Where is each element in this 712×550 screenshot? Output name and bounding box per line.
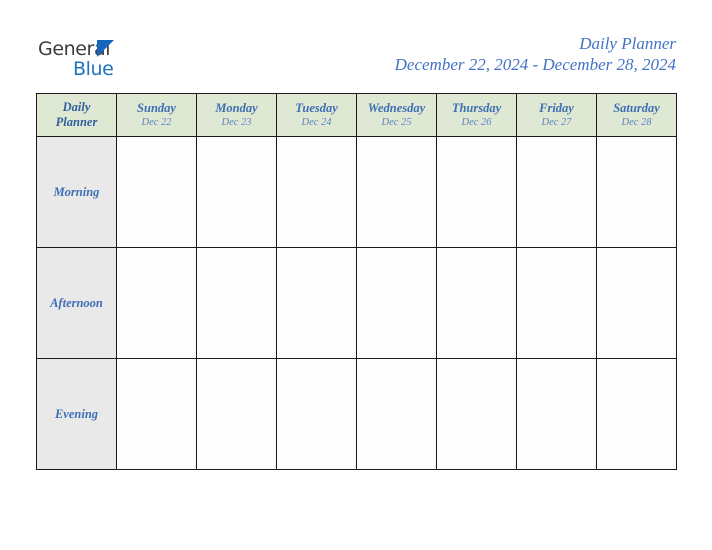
slot-evening-saturday[interactable]: [596, 358, 677, 470]
day-header-wednesday: Wednesday Dec 25: [356, 93, 437, 137]
slot-afternoon-friday[interactable]: [516, 247, 597, 359]
slot-evening-thursday[interactable]: [436, 358, 517, 470]
day-header-friday: Friday Dec 27: [516, 93, 597, 137]
slot-morning-friday[interactable]: [516, 136, 597, 248]
slot-evening-tuesday[interactable]: [276, 358, 357, 470]
day-name-label: Thursday: [451, 100, 502, 115]
table-header-row: Daily Planner Sunday Dec 22 Monday Dec 2…: [36, 93, 677, 137]
slot-morning-thursday[interactable]: [436, 136, 517, 248]
slot-afternoon-wednesday[interactable]: [356, 247, 437, 359]
day-name-label: Friday: [539, 100, 574, 115]
slot-afternoon-monday[interactable]: [196, 247, 277, 359]
slot-evening-friday[interactable]: [516, 358, 597, 470]
slot-afternoon-sunday[interactable]: [116, 247, 197, 359]
page-header: General Blue Daily Planner December 22, …: [0, 0, 712, 93]
day-header-saturday: Saturday Dec 28: [596, 93, 677, 137]
slot-morning-tuesday[interactable]: [276, 136, 357, 248]
table-row-evening: Evening: [36, 358, 677, 470]
slot-afternoon-thursday[interactable]: [436, 247, 517, 359]
table-row-morning: Morning: [36, 136, 677, 248]
slot-evening-monday[interactable]: [196, 358, 277, 470]
title-block: Daily Planner December 22, 2024 - Decemb…: [395, 33, 676, 75]
day-name-label: Sunday: [137, 100, 176, 115]
slot-morning-wednesday[interactable]: [356, 136, 437, 248]
day-header-monday: Monday Dec 23: [196, 93, 277, 137]
corner-line-1: Daily: [62, 100, 91, 114]
slot-afternoon-tuesday[interactable]: [276, 247, 357, 359]
planner-table-wrapper: Daily Planner Sunday Dec 22 Monday Dec 2…: [36, 93, 677, 470]
row-label-afternoon: Afternoon: [36, 247, 117, 359]
slot-afternoon-saturday[interactable]: [596, 247, 677, 359]
day-date-label: Dec 22: [141, 116, 172, 128]
day-date-label: Dec 28: [621, 116, 652, 128]
row-label-evening: Evening: [36, 358, 117, 470]
day-header-tuesday: Tuesday Dec 24: [276, 93, 357, 137]
slot-morning-monday[interactable]: [196, 136, 277, 248]
date-range-label: December 22, 2024 - December 28, 2024: [394, 55, 676, 74]
corner-header-cell: Daily Planner: [36, 93, 117, 137]
day-date-label: Dec 27: [541, 116, 572, 128]
day-header-sunday: Sunday Dec 22: [116, 93, 197, 137]
slot-morning-sunday[interactable]: [116, 136, 197, 248]
brand-blue-text: Blue: [73, 58, 114, 80]
day-date-label: Dec 24: [301, 116, 332, 128]
brand-triangle-icon: [97, 40, 114, 57]
slot-evening-sunday[interactable]: [116, 358, 197, 470]
day-date-label: Dec 26: [461, 116, 492, 128]
day-name-label: Monday: [215, 100, 258, 115]
day-header-thursday: Thursday Dec 26: [436, 93, 517, 137]
day-name-label: Saturday: [613, 100, 660, 115]
brand-logo: General Blue: [38, 38, 148, 80]
day-date-label: Dec 23: [221, 116, 252, 128]
slot-evening-wednesday[interactable]: [356, 358, 437, 470]
day-name-label: Wednesday: [367, 100, 426, 115]
planner-table: Daily Planner Sunday Dec 22 Monday Dec 2…: [36, 93, 677, 470]
table-row-afternoon: Afternoon: [36, 247, 677, 359]
day-name-label: Tuesday: [295, 100, 338, 115]
corner-line-2: Planner: [55, 115, 98, 129]
page-title: Daily Planner: [579, 34, 676, 53]
slot-morning-saturday[interactable]: [596, 136, 677, 248]
day-date-label: Dec 25: [381, 116, 412, 128]
row-label-morning: Morning: [36, 136, 117, 248]
